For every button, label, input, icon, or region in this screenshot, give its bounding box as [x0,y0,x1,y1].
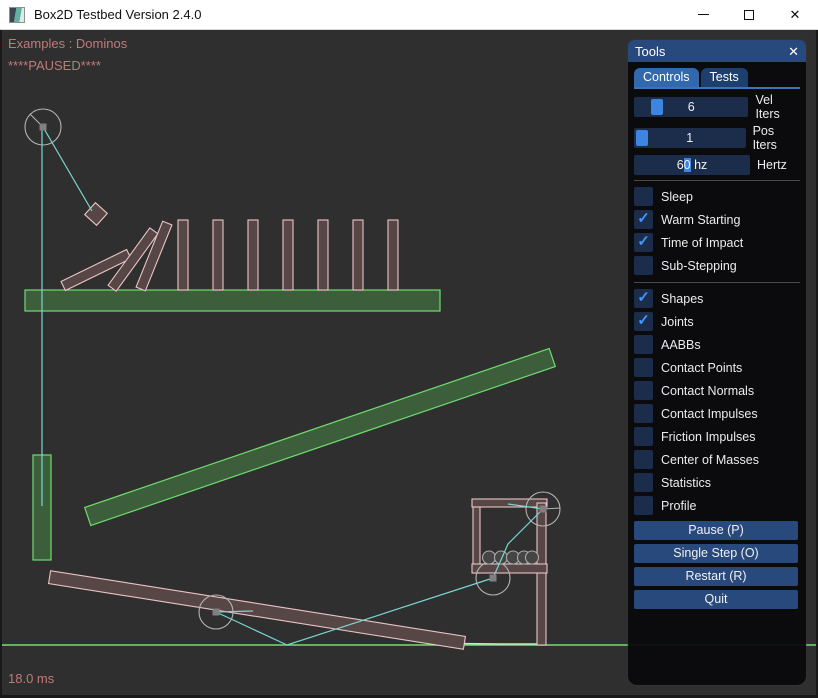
checkbox-row-joints: ✓ Joints [634,310,800,333]
pause-button[interactable]: Pause (P) [634,521,798,540]
separator [634,180,800,181]
statistics-checkbox[interactable] [634,473,653,492]
checkbox-row-warm-starting: ✓ Warm Starting [634,208,800,231]
domino-standing [283,220,293,290]
domino-standing [178,220,188,290]
contact-points-checkbox[interactable] [634,358,653,377]
tools-panel-title: Tools [635,44,788,59]
checkbox-row-statistics: Statistics [634,471,800,494]
minimize-button[interactable] [680,0,726,30]
checkbox-row-contact-points: Contact Points [634,356,800,379]
checkbox-row-sleep: Sleep [634,185,800,208]
tab-underline [634,87,800,89]
slider-grab[interactable] [651,99,663,115]
hertz-value: 60 hz [677,158,708,172]
slider-grab[interactable] [636,130,648,146]
cradle-left-post [473,507,480,573]
cradle-top-beam [472,499,547,507]
domino-standing [213,220,223,290]
checkbox-row-sub-stepping: Sub-Stepping [634,254,800,277]
joints-checkbox[interactable]: ✓ [634,312,653,331]
hertz-row: 60 hz Hertz [634,155,800,175]
tools-panel: Tools ✕ Controls Tests 6 Vel Iters 1 Pos… [628,40,806,685]
window-border-left [0,30,2,698]
pos-iters-label: Pos Iters [753,124,800,152]
checkbox-row-shapes: ✓ Shapes [634,287,800,310]
cradle-balls [483,551,539,564]
os-titlebar: Box2D Testbed Version 2.4.0 ✕ [0,0,818,30]
pos-iters-value: 1 [686,131,693,145]
cradle-right-post [537,503,546,645]
maximize-icon [744,10,754,20]
checkbox-row-center-of-masses: Center of Masses [634,448,800,471]
checkmark-icon: ✓ [637,211,650,226]
vel-iters-value: 6 [688,100,695,114]
body-anchors [40,124,547,616]
tab-controls[interactable]: Controls [634,68,699,87]
close-icon: ✕ [790,8,801,21]
checkmark-icon: ✓ [637,234,650,249]
hertz-cursor: 0 [684,158,691,172]
domino-standing [388,220,398,290]
checkbox-row-aabbs: AABBs [634,333,800,356]
example-label: Examples : Dominos [8,36,127,51]
checkbox-row-friction-impulses: Friction Impulses [634,425,800,448]
dynamic-bodies [49,203,547,650]
app-icon [9,7,25,23]
maximize-button[interactable] [726,0,772,30]
minimize-icon [698,14,709,15]
warm-starting-checkbox[interactable]: ✓ [634,210,653,229]
domino-standing [353,220,363,290]
quit-button[interactable]: Quit [634,590,798,609]
single-step-button[interactable]: Single Step (O) [634,544,798,563]
sub-stepping-checkbox[interactable] [634,256,653,275]
restart-button[interactable]: Restart (R) [634,567,798,586]
checkmark-icon: ✓ [637,290,650,305]
contact-impulses-checkbox[interactable] [634,404,653,423]
tools-panel-close-button[interactable]: ✕ [788,45,799,58]
checkbox-row-contact-normals: Contact Normals [634,379,800,402]
window-controls: ✕ [680,0,818,30]
shapes-checkbox[interactable]: ✓ [634,289,653,308]
checkbox-row-contact-impulses: Contact Impulses [634,402,800,425]
cradle-shelf [472,564,547,573]
sleep-checkbox[interactable] [634,187,653,206]
ground-rope-slack [455,644,543,645]
center-of-masses-checkbox[interactable] [634,450,653,469]
pos-iters-row: 1 Pos Iters [634,124,800,152]
pendulum-bob-square [85,203,108,226]
tab-tests[interactable]: Tests [701,68,748,87]
vel-iters-slider[interactable]: 6 [634,97,748,117]
domino-platform [25,290,440,311]
tools-panel-titlebar[interactable]: Tools ✕ [628,40,806,62]
vel-iters-label: Vel Iters [755,93,800,121]
close-button[interactable]: ✕ [772,0,818,30]
contact-normals-checkbox[interactable] [634,381,653,400]
aabbs-checkbox[interactable] [634,335,653,354]
separator [634,282,800,283]
hertz-label: Hertz [757,158,787,172]
window-title: Box2D Testbed Version 2.4.0 [34,7,680,22]
vel-iters-row: 6 Vel Iters [634,93,800,121]
pos-iters-slider[interactable]: 1 [634,128,746,148]
hertz-input[interactable]: 60 hz [634,155,750,175]
time-of-impact-checkbox[interactable]: ✓ [634,233,653,252]
checkbox-row-profile: Profile [634,494,800,517]
friction-impulses-checkbox[interactable] [634,427,653,446]
paused-label: ****PAUSED**** [8,58,101,73]
tab-bar: Controls Tests [634,68,800,87]
frame-time-label: 18.0 ms [8,671,54,686]
checkmark-icon: ✓ [637,313,650,328]
box2d-testbed-window: { "window": { "title": "Box2D Testbed Ve… [0,0,818,698]
pendulum-bob-joint [43,127,92,211]
domino-standing [318,220,328,290]
domino-standing [248,220,258,290]
profile-checkbox[interactable] [634,496,653,515]
tools-panel-body: Controls Tests 6 Vel Iters 1 Pos Iters 6… [628,62,806,609]
seesaw-plank [49,571,466,650]
action-buttons: Pause (P) Single Step (O) Restart (R) Qu… [634,521,800,609]
checkbox-row-time-of-impact: ✓ Time of Impact [634,231,800,254]
